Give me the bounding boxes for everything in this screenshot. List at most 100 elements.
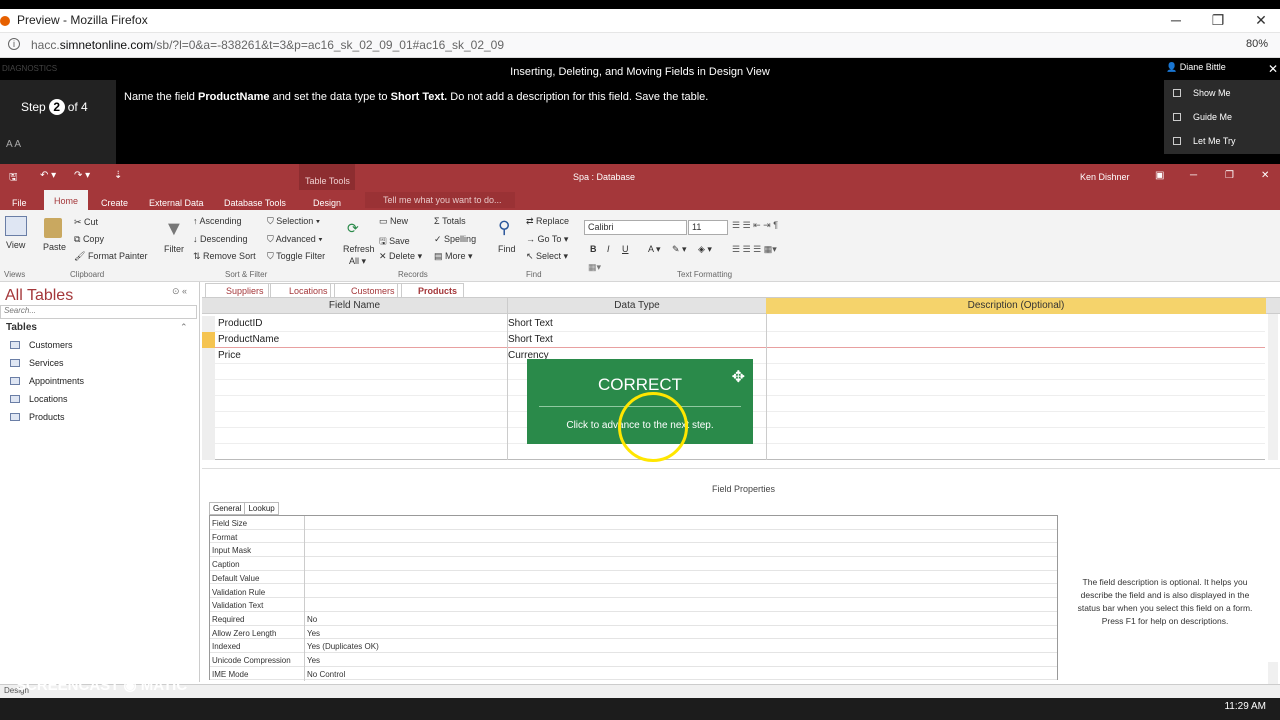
checkbox-icon[interactable] [1173, 113, 1181, 121]
close-button[interactable]: ✕ [1251, 12, 1271, 29]
filter-button[interactable]: Filter [164, 244, 184, 254]
tab-design[interactable]: Design [313, 198, 341, 208]
property-row[interactable]: Input Mask [210, 543, 1057, 558]
nav-item-appointments[interactable]: Appointments [10, 376, 84, 386]
find-icon[interactable]: ⚲ [498, 218, 510, 238]
tab-lookup[interactable]: Lookup [244, 502, 279, 515]
url-bar[interactable]: i hacc.simnetonline.com/sb/?l=0&a=-83826… [0, 33, 1280, 58]
sim-close-icon[interactable]: ✕ [1268, 62, 1278, 76]
empty-row[interactable] [202, 444, 1265, 460]
descending-button[interactable]: ↓ Descending [193, 234, 248, 244]
spelling-button[interactable]: ✓ Spelling [434, 234, 476, 245]
select-button[interactable]: ↖ Select ▾ [526, 251, 568, 262]
undo-icon[interactable]: ↶ ▾ [40, 170, 56, 181]
doctab-suppliers[interactable]: Suppliers [205, 283, 271, 298]
checkbox-icon[interactable] [1173, 137, 1181, 145]
list-icons[interactable]: ☰ ☰ ⇤ ⇥ ¶ [732, 220, 778, 231]
info-icon[interactable]: i [8, 38, 20, 50]
highlight-icon[interactable]: ✎ ▾ [672, 244, 687, 255]
cut-button[interactable]: ✂ Cut [74, 217, 98, 228]
property-row[interactable]: Validation Rule [210, 584, 1057, 599]
toggle-filter-button[interactable]: ⛉ Toggle Filter [267, 251, 325, 262]
replace-button[interactable]: ⇄ Replace [526, 216, 569, 227]
doctab-customers[interactable]: Customers [330, 283, 402, 298]
tell-me-search[interactable]: Tell me what you want to do... [365, 192, 515, 208]
nav-menu-icon[interactable]: ⊙ « [172, 286, 187, 297]
tab-external-data[interactable]: External Data [149, 198, 204, 208]
nav-header[interactable]: All Tables [5, 287, 73, 305]
selection-button[interactable]: ⛉ Selection ▾ [267, 216, 320, 227]
font-color-icon[interactable]: A ▾ [648, 244, 661, 255]
field-row-selected[interactable]: ProductName Short Text [202, 332, 1265, 348]
totals-button[interactable]: Σ Totals [434, 216, 466, 226]
more-button[interactable]: ▤ More ▾ [434, 251, 473, 262]
collapse-icon[interactable]: ⌃ [180, 322, 188, 333]
save-icon[interactable]: 🖫 [9, 170, 18, 187]
mode-show-me[interactable]: Show Me [1173, 88, 1231, 98]
advanced-button[interactable]: ⛉ Advanced ▾ [267, 234, 323, 245]
gridlines-icon[interactable]: ▦▾ [588, 262, 601, 273]
delete-record-button[interactable]: ✕ Delete ▾ [379, 251, 422, 262]
property-row[interactable]: Allow Zero Length Yes [210, 625, 1057, 640]
align-icons[interactable]: ☰ ☰ ☰ ▦▾ [732, 244, 777, 255]
refresh-button[interactable]: Refresh [343, 244, 375, 254]
tab-file[interactable]: File [12, 198, 27, 208]
refresh-icon[interactable]: ⟳ [347, 220, 359, 237]
customize-qat-icon[interactable]: ⇣ [114, 170, 122, 181]
new-record-button[interactable]: ▭ New [379, 216, 408, 227]
minimize-button[interactable]: ─ [1166, 12, 1186, 28]
property-row[interactable]: Field Size [210, 516, 1057, 530]
url-text[interactable]: hacc.simnetonline.com/sb/?l=0&a=-838261&… [31, 38, 504, 52]
redo-icon[interactable]: ↷ ▾ [74, 170, 90, 181]
zoom-level[interactable]: 80% [1246, 38, 1268, 50]
property-row[interactable]: Unicode Compression Yes [210, 653, 1057, 667]
property-row[interactable]: Required No [210, 611, 1057, 626]
nav-section-tables[interactable]: Tables [6, 322, 37, 333]
property-row[interactable]: Indexed Yes (Duplicates OK) [210, 639, 1057, 654]
find-button[interactable]: Find [498, 244, 516, 254]
fill-color-icon[interactable]: ◈ ▾ [698, 244, 712, 255]
format-painter-button[interactable]: 🖌 Format Painter [74, 251, 147, 262]
doctab-products[interactable]: Products [397, 283, 465, 298]
filter-icon[interactable]: ▼ [164, 218, 184, 241]
property-row[interactable]: Format [210, 529, 1057, 544]
property-row[interactable]: IME Mode No Control [210, 666, 1057, 681]
access-restore[interactable]: ❐ [1225, 170, 1234, 181]
property-row[interactable]: Validation Text [210, 598, 1057, 613]
text-size-control[interactable]: A A [6, 139, 21, 150]
tab-general[interactable]: General [209, 502, 246, 515]
maximize-button[interactable]: ❐ [1208, 12, 1228, 29]
italic-button[interactable]: I [607, 244, 610, 254]
nav-item-services[interactable]: Services [10, 358, 64, 368]
nav-item-locations[interactable]: Locations [10, 394, 68, 404]
ascending-button[interactable]: ↑ Ascending [193, 216, 242, 226]
refresh-all-button[interactable]: All ▾ [349, 256, 366, 267]
grid-scrollbar[interactable] [1268, 314, 1278, 460]
doctab-locations[interactable]: Locations [268, 283, 335, 298]
mode-guide-me[interactable]: Guide Me [1173, 112, 1232, 122]
save-record-button[interactable]: 🖫 Save [379, 234, 410, 250]
tab-database-tools[interactable]: Database Tools [224, 198, 286, 208]
access-close[interactable]: ✕ [1261, 170, 1269, 181]
ribbon-display-icon[interactable]: ▣ [1155, 170, 1164, 181]
paste-button[interactable]: Paste [43, 242, 66, 252]
tab-create[interactable]: Create [101, 198, 128, 208]
field-row[interactable]: ProductID Short Text [202, 316, 1265, 332]
props-scrollbar[interactable] [1268, 662, 1278, 684]
underline-button[interactable]: U [622, 244, 629, 254]
remove-sort-button[interactable]: ⇅ Remove Sort [193, 251, 256, 262]
nav-item-products[interactable]: Products [10, 412, 65, 422]
view-icon[interactable] [5, 216, 27, 236]
nav-item-customers[interactable]: Customers [10, 340, 73, 350]
bold-button[interactable]: B [590, 244, 597, 254]
copy-button[interactable]: ⧉ Copy [74, 234, 104, 245]
mode-let-me-try[interactable]: Let Me Try [1173, 136, 1236, 146]
tab-home[interactable]: Home [44, 190, 88, 210]
goto-button[interactable]: → Go To ▾ [526, 234, 568, 245]
font-name-select[interactable]: Calibri [584, 220, 687, 235]
checkbox-icon[interactable] [1173, 89, 1181, 97]
view-button[interactable]: View [6, 240, 25, 250]
nav-search-input[interactable]: Search... [0, 305, 197, 319]
property-row[interactable]: Caption [210, 557, 1057, 572]
paste-icon[interactable] [44, 218, 62, 238]
